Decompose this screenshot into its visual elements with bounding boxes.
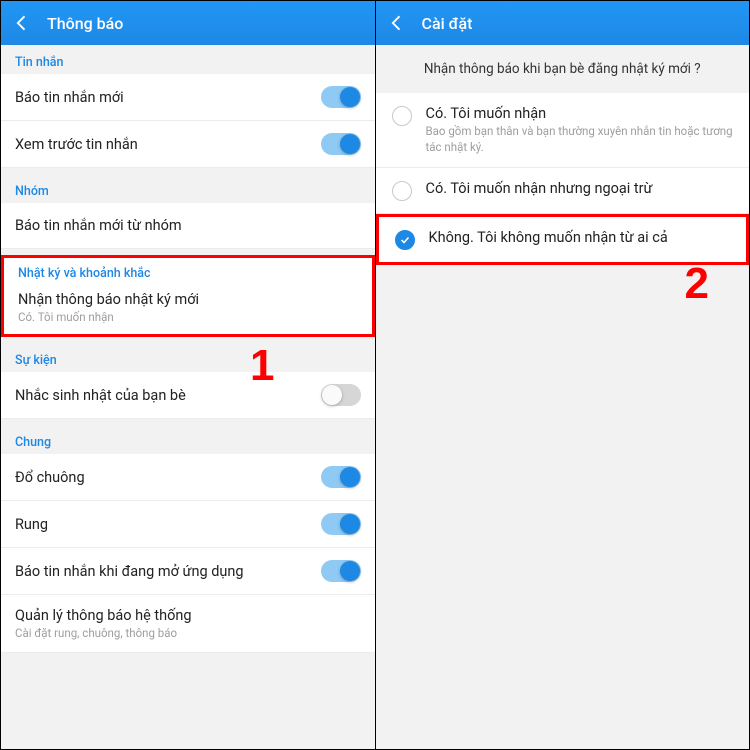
- annotation-1: 1: [250, 341, 274, 391]
- header-title: Cài đặt: [422, 14, 473, 33]
- empty-area: [376, 265, 750, 749]
- row-sub: Cài đặt rung, chuông, thông báo: [15, 626, 361, 640]
- row-nhan-thongbao-nhatky[interactable]: Nhận thông báo nhật ký mới Có. Tôi muốn …: [4, 285, 372, 334]
- header-settings: Cài đặt: [376, 1, 750, 45]
- radio-icon: [392, 181, 412, 201]
- notifications-panel: Thông báo Tin nhắn Báo tin nhắn mới Xem …: [1, 1, 375, 749]
- radio-icon: [392, 106, 412, 126]
- row-nhac-sinhnhat[interactable]: Nhắc sinh nhật của bạn bè: [1, 372, 375, 419]
- option-sub: Bao gồm bạn thân và bạn thường xuyên nhắ…: [426, 124, 736, 155]
- toggle-xemtruoc-tinnhan[interactable]: [321, 133, 361, 155]
- annotation-2: 2: [685, 259, 709, 309]
- toggle-rung[interactable]: [321, 513, 361, 535]
- toggle-bao-tinnhan-moi[interactable]: [321, 86, 361, 108]
- toggle-bao-tinnhan-dangmo[interactable]: [321, 560, 361, 582]
- back-icon[interactable]: [386, 12, 408, 34]
- row-xemtruoc-tinnhan[interactable]: Xem trước tin nhắn: [1, 121, 375, 168]
- radio-checked-icon: [395, 230, 415, 250]
- row-label: Nhận thông báo nhật ký mới: [18, 291, 358, 308]
- row-label: Quản lý thông báo hệ thống: [15, 607, 361, 624]
- option-label: Có. Tôi muốn nhận nhưng ngoại trừ: [426, 180, 736, 197]
- row-label: Báo tin nhắn mới từ nhóm: [15, 217, 361, 234]
- option-label: Có. Tôi muốn nhận: [426, 105, 736, 122]
- row-label: Đổ chuông: [15, 469, 321, 486]
- row-sub: Có. Tôi muốn nhận: [18, 310, 358, 324]
- row-label: Báo tin nhắn khi đang mở ứng dụng: [15, 563, 321, 580]
- toggle-dochuong[interactable]: [321, 466, 361, 488]
- row-bao-tinnhan-dangmo[interactable]: Báo tin nhắn khi đang mở ứng dụng: [1, 548, 375, 595]
- row-label: Nhắc sinh nhật của bạn bè: [15, 387, 321, 404]
- row-quanly-thongbao[interactable]: Quản lý thông báo hệ thống Cài đặt rung,…: [1, 595, 375, 653]
- row-bao-tinnhan-nhom[interactable]: Báo tin nhắn mới từ nhóm: [1, 203, 375, 249]
- row-rung[interactable]: Rung: [1, 501, 375, 548]
- back-icon[interactable]: [11, 12, 33, 34]
- option-khong-muon-nhan[interactable]: Không. Tôi không muốn nhận từ ai cả: [376, 214, 750, 265]
- option-label: Không. Tôi không muốn nhận từ ai cả: [429, 229, 733, 246]
- toggle-nhac-sinhnhat[interactable]: [321, 384, 361, 406]
- section-sukien: Sự kiện: [1, 343, 375, 372]
- section-nhom: Nhóm: [1, 174, 375, 203]
- option-co-muon-nhan[interactable]: Có. Tôi muốn nhận Bao gồm bạn thân và bạ…: [376, 93, 750, 168]
- section-nhatky: Nhật ký và khoảnh khắc: [4, 258, 372, 285]
- header-title: Thông báo: [47, 14, 123, 33]
- section-chung: Chung: [1, 425, 375, 454]
- section-tinnhan: Tin nhắn: [1, 45, 375, 74]
- row-bao-tinnhan-moi[interactable]: Báo tin nhắn mới: [1, 74, 375, 121]
- option-co-ngoai-tru[interactable]: Có. Tôi muốn nhận nhưng ngoại trừ: [376, 168, 750, 214]
- row-dochuong[interactable]: Đổ chuông: [1, 454, 375, 501]
- settings-panel: Cài đặt Nhận thông báo khi bạn bè đăng n…: [375, 1, 750, 749]
- question-text: Nhận thông báo khi bạn bè đăng nhật ký m…: [376, 45, 750, 93]
- row-label: Báo tin nhắn mới: [15, 89, 321, 106]
- header-notifications: Thông báo: [1, 1, 375, 45]
- row-label: Xem trước tin nhắn: [15, 136, 321, 153]
- row-label: Rung: [15, 516, 321, 533]
- highlight-nhatky: Nhật ký và khoảnh khắc Nhận thông báo nh…: [1, 255, 375, 337]
